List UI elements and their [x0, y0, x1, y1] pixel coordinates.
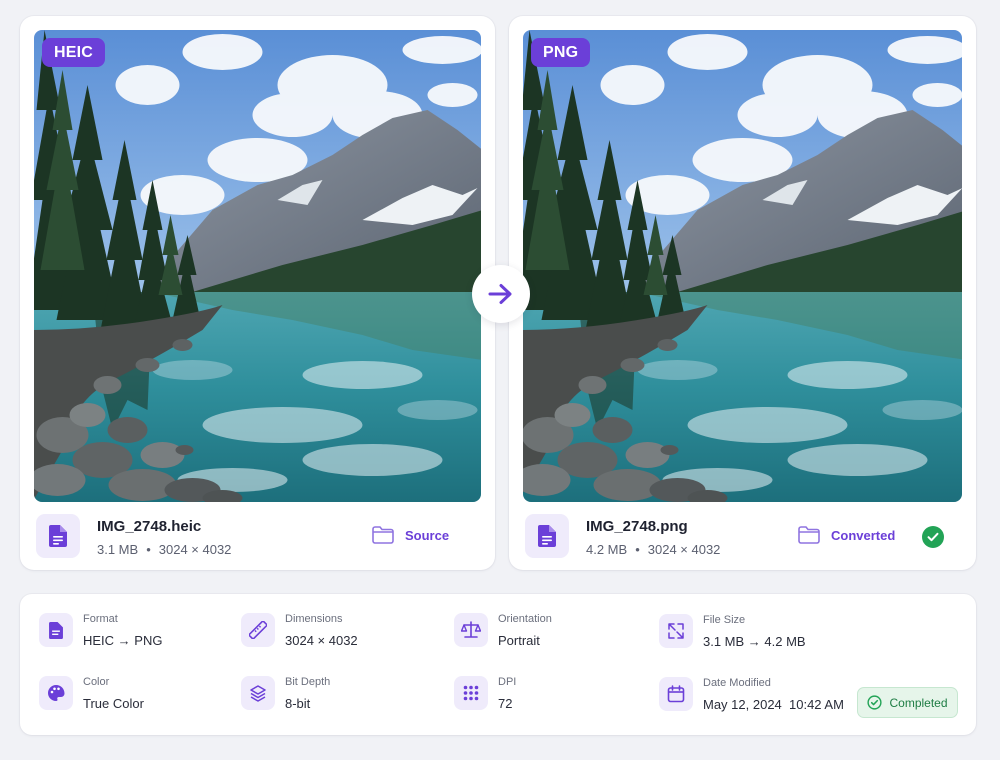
detail-file-size-value: 3.1 MB → 4.2 MB	[703, 634, 806, 649]
converted-image-card: PNG IMG_2748.png 4.2 MB • 3024 × 4032 Conv…	[509, 16, 976, 570]
detail-bit-depth-label: Bit Depth	[285, 676, 331, 688]
source-folder-link[interactable]: Source	[372, 526, 449, 544]
detail-dimensions-label: Dimensions	[285, 613, 343, 625]
landscape-image	[34, 30, 481, 502]
source-file-name: IMG_2748.heic	[97, 518, 202, 535]
detail-dpi-label: DPI	[498, 676, 517, 688]
converted-file-size: 4.2 MB	[586, 542, 628, 557]
landscape-image	[523, 30, 962, 502]
detail-date-modified-label: Date Modified	[703, 677, 771, 689]
source-image-preview[interactable]: HEIC	[34, 30, 481, 502]
convert-arrow-button[interactable]	[472, 265, 530, 323]
folder-icon	[798, 526, 820, 544]
detail-orientation-value: Portrait	[498, 633, 540, 648]
document-icon	[525, 514, 569, 558]
arrow-right-icon	[488, 284, 512, 304]
palette-icon	[39, 676, 73, 710]
check-circle-icon	[922, 526, 944, 548]
converted-file-name: IMG_2748.png	[586, 518, 688, 535]
source-image-card: HEIC IMG_2748.heic 3.1 MB • 3024 × 4032 So…	[20, 16, 495, 570]
converted-format-badge: PNG	[531, 38, 591, 67]
converted-file-info: IMG_2748.png 4.2 MB • 3024 × 4032 Converte…	[525, 514, 960, 558]
source-file-meta: 3.1 MB • 3024 × 4032	[97, 542, 231, 557]
converted-folder-link[interactable]: Converted	[798, 526, 895, 544]
ruler-icon	[241, 613, 275, 647]
source-format-badge: HEIC	[42, 38, 106, 67]
detail-bit-depth-value: 8-bit	[285, 696, 311, 711]
source-file-info: IMG_2748.heic 3.1 MB • 3024 × 4032 Source	[36, 514, 479, 558]
detail-dpi-value: 72	[498, 696, 513, 711]
detail-color-value: True Color	[83, 696, 144, 711]
file-icon	[39, 613, 73, 647]
document-icon	[36, 514, 80, 558]
converted-image-preview[interactable]: PNG	[523, 30, 962, 502]
balance-scale-icon	[454, 613, 488, 647]
detail-dimensions-value: 3024 × 4032	[285, 633, 358, 648]
check-circle-outline-icon	[867, 695, 883, 710]
converted-dimensions: 3024 × 4032	[647, 542, 721, 557]
calendar-icon	[659, 677, 693, 711]
detail-format-value: HEIC → PNG	[83, 633, 163, 648]
detail-file-size-label: File Size	[703, 614, 746, 626]
meta-separator: •	[635, 542, 640, 557]
grid-dots-icon	[454, 676, 488, 710]
source-folder-label: Source	[405, 527, 450, 543]
detail-color-label: Color	[83, 676, 110, 688]
layers-icon	[241, 676, 275, 710]
meta-separator: •	[146, 542, 151, 557]
conversion-details-panel: Format HEIC → PNG Dimensions 3024 × 4032…	[20, 594, 976, 735]
detail-format-label: Format	[83, 613, 118, 625]
source-dimensions: 3024 × 4032	[158, 542, 232, 557]
source-file-size: 3.1 MB	[97, 542, 139, 557]
expand-icon	[659, 614, 693, 648]
converted-folder-label: Converted	[831, 527, 896, 543]
converted-file-meta: 4.2 MB • 3024 × 4032	[586, 542, 720, 557]
status-badge: Completed	[857, 687, 958, 718]
status-label: Completed	[889, 695, 948, 710]
folder-icon	[372, 526, 394, 544]
detail-orientation-label: Orientation	[498, 613, 552, 625]
detail-date-modified-value: May 12, 2024 10:42 AM	[703, 697, 844, 712]
